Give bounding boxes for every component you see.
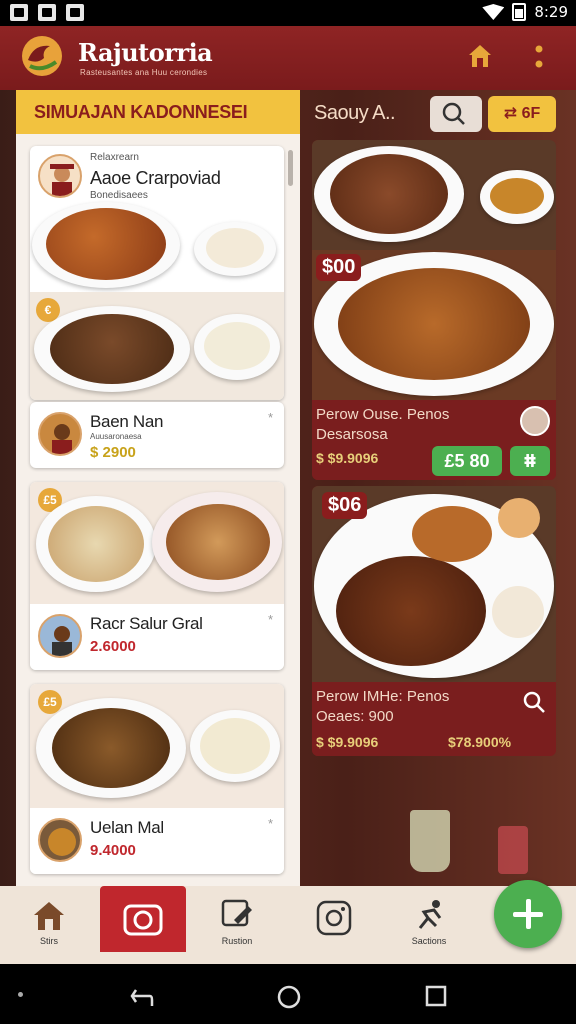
camera-icon xyxy=(123,904,163,936)
item-price: $ $9.9096 xyxy=(316,734,379,750)
item-line-1: Perow Ouse. Penos xyxy=(316,406,450,423)
dessert-image xyxy=(492,586,544,638)
more-options-icon[interactable] xyxy=(534,44,544,70)
edit-icon xyxy=(221,899,252,927)
restaurant-card[interactable]: £5 Uelan Mal 9.4000 * xyxy=(30,684,284,874)
restaurant-card[interactable]: Relaxrearn Aaoe Crarpoviad Bonedisaees € xyxy=(30,146,284,400)
card-name: Racr Salur Gral xyxy=(90,614,203,633)
favorite-icon[interactable]: * xyxy=(268,612,273,627)
photo-icon xyxy=(66,4,84,21)
chicken-dish-image xyxy=(166,504,270,580)
item-price: $ $9.9096 xyxy=(316,450,379,466)
card-desc: Bonedisaees xyxy=(90,190,148,201)
card-name: Baen Nan xyxy=(90,412,164,431)
home-icon xyxy=(34,902,64,930)
rice-image xyxy=(200,718,270,774)
avatar xyxy=(38,614,82,658)
left-panel-header: SIMUAJAN KADONNESEI xyxy=(16,90,300,134)
app-title: Rajutorria xyxy=(78,38,213,67)
item-line-2: Oeaes: 900 xyxy=(316,708,394,725)
left-panel-title: SIMUAJAN KADONNESEI xyxy=(34,102,248,122)
search-icon[interactable] xyxy=(520,688,548,716)
card-price: 9.4000 xyxy=(90,842,136,859)
item-line-1: Perow IMHe: Penos xyxy=(316,688,450,705)
search-button[interactable] xyxy=(430,96,482,132)
drink-image xyxy=(498,498,540,538)
noodles-image xyxy=(412,506,492,562)
nav-home[interactable]: Stirs xyxy=(8,886,90,964)
search-icon xyxy=(442,102,465,125)
item-number: $00 xyxy=(316,254,362,281)
logo-icon xyxy=(22,36,62,76)
card-price: $ 2900 xyxy=(90,444,136,461)
filter-label: 6F xyxy=(521,105,541,122)
number-badge: £5 xyxy=(38,690,62,714)
filter-icon: ⇄ xyxy=(503,105,522,122)
featured-card[interactable]: $06 Perow IMHe: Penos Oeaes: 900 $ $9.90… xyxy=(312,486,556,756)
avatar xyxy=(520,406,550,436)
avatar xyxy=(38,154,82,198)
item-price-alt: $78.900% xyxy=(448,734,512,750)
nav-reviews[interactable]: Rustion xyxy=(196,886,278,964)
app-subtitle: Rasteusantes ana Huu cerondies xyxy=(80,68,208,77)
nav-actions[interactable]: Sactions xyxy=(388,886,470,964)
curry-image xyxy=(490,178,544,214)
nav-home-label: Stirs xyxy=(40,936,58,946)
drink-glass xyxy=(498,826,528,874)
favorite-icon[interactable]: * xyxy=(268,410,273,425)
favorite-icon[interactable]: * xyxy=(268,816,273,831)
gallery-icon xyxy=(10,4,28,21)
wifi-icon xyxy=(482,4,505,20)
rice-image xyxy=(204,322,270,370)
image-icon xyxy=(38,4,56,21)
scrollbar[interactable] xyxy=(288,150,293,186)
recents-icon[interactable] xyxy=(424,984,448,1008)
item-number: $06 xyxy=(322,492,368,519)
left-panel: SIMUAJAN KADONNESEI Relaxrearn Aaoe Crar… xyxy=(16,90,300,886)
right-panel-title: Saouy A.. xyxy=(314,102,396,124)
home-icon[interactable] xyxy=(466,42,494,70)
status-bar: 8:29 xyxy=(0,0,576,26)
add-button[interactable] xyxy=(494,880,562,948)
nav-actions-label: Sactions xyxy=(411,936,447,946)
restaurant-card[interactable]: £5 Racr Salur Gral 2.6000 * xyxy=(30,482,284,670)
noodles-image xyxy=(206,228,264,268)
card-name: Uelan Mal xyxy=(90,818,164,837)
nav-camera[interactable] xyxy=(102,886,184,964)
clock: 8:29 xyxy=(534,3,568,21)
salad-image xyxy=(48,506,144,582)
system-navigation xyxy=(0,964,576,1024)
instagram-icon xyxy=(316,900,352,936)
stir-fry-image xyxy=(50,314,174,384)
fried-chicken-image xyxy=(46,208,166,280)
card-tag: Relaxrearn xyxy=(90,152,139,163)
price-pill[interactable]: £5 80 xyxy=(432,446,502,476)
bottom-navigation: Stirs Rustion Sactions xyxy=(0,886,576,964)
back-icon[interactable] xyxy=(128,982,156,1010)
app-header: Rajutorria Rasteusantes ana Huu cerondie… xyxy=(0,26,576,90)
notification-icons xyxy=(10,4,84,21)
battery-icon xyxy=(512,3,527,21)
noodle-dish-image xyxy=(338,268,530,380)
drink-glass xyxy=(410,810,450,872)
featured-card[interactable]: $00 Perow Ouse. Penos Desarsosa $ $9.909… xyxy=(312,140,556,480)
item-line-2: Desarsosa xyxy=(316,426,388,443)
order-pill[interactable]: ⵌ xyxy=(510,446,550,476)
stir-fry-image xyxy=(52,708,170,788)
card-price: 2.6000 xyxy=(90,638,136,655)
restaurant-card[interactable]: Baen Nan Auusaronaesa $ 2900 * xyxy=(30,402,284,468)
indicator-dot xyxy=(18,992,23,997)
nav-instagram[interactable] xyxy=(294,886,376,964)
avatar xyxy=(38,818,82,862)
filter-button[interactable]: ⇄ 6F xyxy=(488,96,556,132)
running-icon xyxy=(418,900,442,929)
card-desc: Auusaronaesa xyxy=(90,432,142,441)
home-button-icon[interactable] xyxy=(276,984,302,1010)
glazed-meat-image xyxy=(336,556,486,666)
card-name: Aaoe Crarpoviad xyxy=(90,168,221,188)
grilled-meat-image xyxy=(330,154,448,234)
nav-reviews-label: Rustion xyxy=(221,936,253,946)
avatar xyxy=(38,412,82,456)
